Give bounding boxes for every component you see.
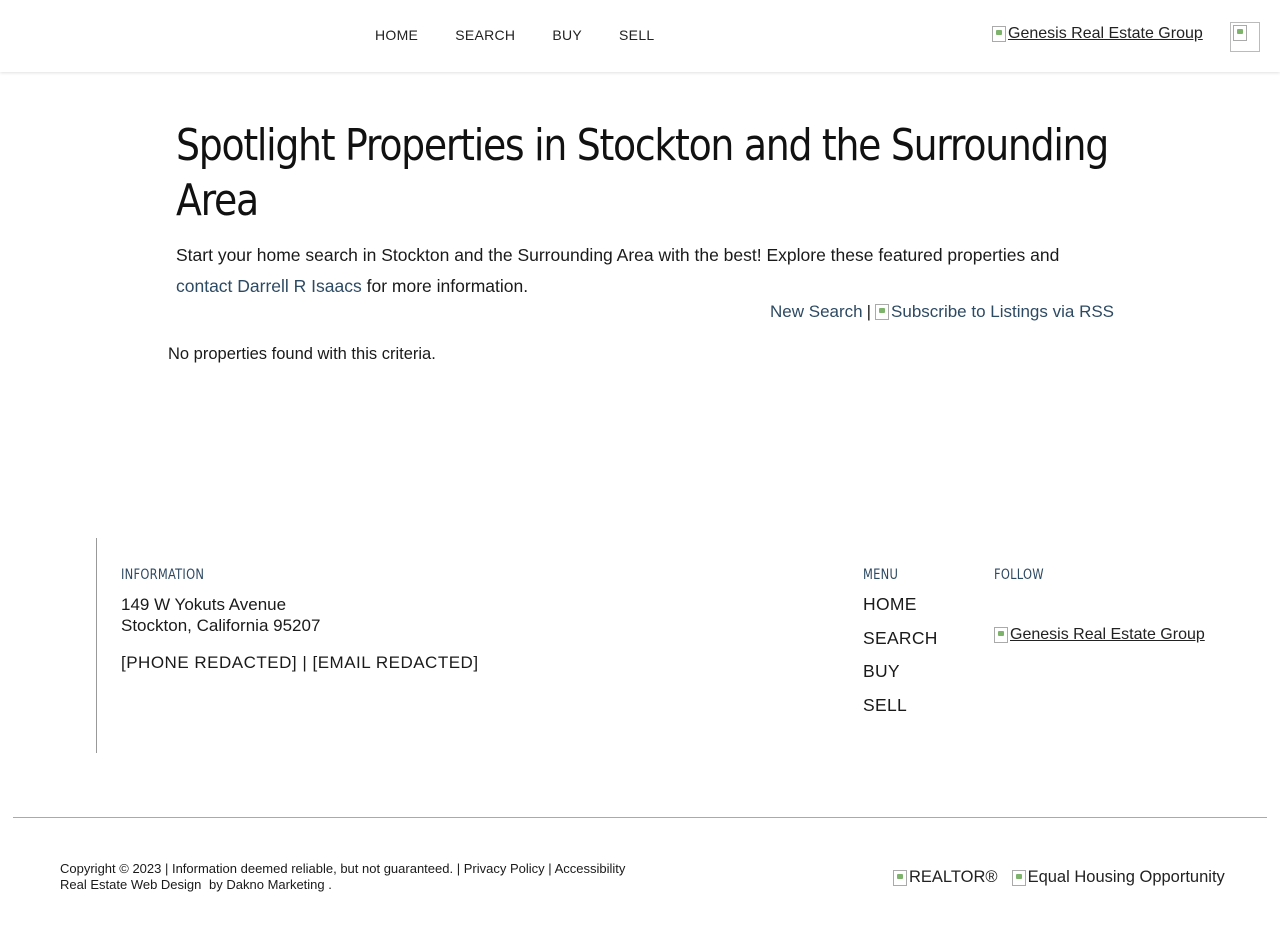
period-text: . [328,877,332,892]
header-menu-button[interactable] [1230,22,1260,52]
equal-housing-alt-text: Equal Housing Opportunity [1027,868,1225,886]
site-header: HOME SEARCH BUY SELL Genesis Real Estate… [0,0,1280,72]
intro-text: Start your home search in Stockton and t… [176,245,1060,265]
broken-image-icon [994,627,1008,643]
nav-buy[interactable]: BUY [552,27,582,43]
header-logo-alt-text: Genesis Real Estate Group [1008,25,1203,42]
footer-menu: HOME SEARCH BUY SELL [863,593,938,728]
privacy-policy-link[interactable]: Privacy Policy [464,861,545,876]
footer-logo-alt-text: Genesis Real Estate Group [1010,626,1205,643]
footer-logo[interactable]: Genesis Real Estate Group [994,626,1205,644]
footer-contact[interactable]: [PHONE REDACTED] | [EMAIL REDACTED] [121,652,479,673]
nav-home[interactable]: HOME [375,27,418,43]
equal-housing-badge: Equal Housing Opportunity [1011,868,1225,887]
realtor-alt-text: REALTOR® [909,868,998,886]
broken-image-icon [1233,25,1247,41]
footer-menu-heading: MENU [863,567,899,583]
rss-alt-text: Subscribe to Listings via RSS [891,302,1115,321]
footer-vertical-divider [96,538,97,753]
broken-image-icon [992,26,1006,42]
equal-housing-icon [1011,869,1026,886]
separator: | [866,302,872,321]
dakno-link[interactable]: Dakno Marketing [226,877,324,892]
nav-search[interactable]: SEARCH [455,27,515,43]
footer-horizontal-divider [13,817,1267,818]
pipe-separator: | [548,861,552,876]
no-results-message: No properties found with this criteria. [168,345,436,363]
rss-subscribe-link[interactable]: Subscribe to Listings via RSS [875,302,1114,322]
rss-icon [875,304,890,320]
accessibility-link[interactable]: Accessibility [555,861,626,876]
nav-sell[interactable]: SELL [619,27,654,43]
footer-nav-sell[interactable]: SELL [863,694,938,728]
by-text: by [209,877,223,892]
legal-text: Copyright © 2023 | Information deemed re… [60,861,625,893]
realtor-icon [893,869,907,886]
copyright-text: Copyright © 2023 | Information deemed re… [60,861,461,876]
footer-info-heading: INFORMATION [121,567,205,583]
contact-agent-link[interactable]: contact Darrell R Isaacs [176,276,362,296]
footer-nav-search[interactable]: SEARCH [863,627,938,661]
main-nav: HOME SEARCH BUY SELL [375,27,692,43]
new-search-link[interactable]: New Search [770,302,863,322]
footer-address-line2: Stockton, California 95207 [121,616,321,635]
footer-address-line1: 149 W Yokuts Avenue [121,595,287,614]
footer-nav-buy[interactable]: BUY [863,660,938,694]
intro-paragraph: Start your home search in Stockton and t… [176,240,1116,302]
footer-nav-home[interactable]: HOME [863,593,938,627]
page-title: Spotlight Properties in Stockton and the… [176,120,1109,226]
footer-follow-heading: FOLLOW [994,567,1044,583]
web-design-link[interactable]: Real Estate Web Design [60,877,201,892]
search-links-row: New Search | Subscribe to Listings via R… [770,302,1114,322]
footer-badges: REALTOR® Equal Housing Opportunity [893,868,1225,887]
realtor-badge: REALTOR® [893,868,998,887]
header-logo[interactable]: Genesis Real Estate Group [992,25,1203,43]
intro-text-end: for more information. [361,276,529,296]
